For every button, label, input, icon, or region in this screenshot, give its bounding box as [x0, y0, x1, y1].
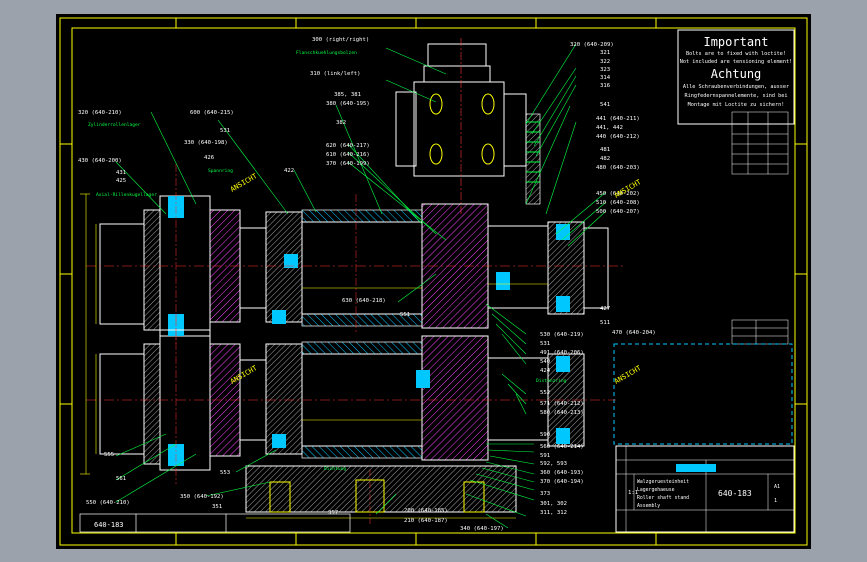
- callout-491: 491 (640-206): [540, 350, 584, 356]
- revision-table: [731, 319, 789, 345]
- callout-424: 424: [540, 368, 551, 374]
- callout-540: 540: [540, 359, 550, 365]
- callout-553: 553: [220, 470, 230, 476]
- callout-340: 340 (640-197): [460, 526, 504, 532]
- drawing-number: 640-183: [718, 489, 752, 498]
- callout-200: 200 (640-185): [404, 508, 448, 514]
- callout-311: 311, 312: [540, 510, 567, 516]
- callout-560: 560 (640-214): [540, 444, 584, 450]
- callout-480: 480 (640-203): [596, 165, 640, 171]
- note-d: Spannring: [208, 168, 233, 174]
- callout-431: 431: [116, 170, 126, 176]
- callout-320-left: 320 (640-210): [78, 110, 122, 116]
- callout-370: 370 (640-199): [326, 161, 370, 167]
- view-stamp-1: ANSICHT: [229, 172, 259, 194]
- callout-322: 322: [600, 59, 610, 65]
- upper-roll-shaft: [86, 164, 626, 344]
- callout-470: 470 (640-204): [612, 330, 656, 336]
- callout-351: 351: [212, 504, 222, 510]
- callout-422: 422: [284, 168, 294, 174]
- callout-571: 571 (640-212): [540, 401, 584, 407]
- callout-620: 620 (640-217): [326, 143, 370, 149]
- fits-table: [731, 111, 789, 175]
- callout-314: 314: [600, 75, 611, 81]
- callout-385: 385, 381: [334, 92, 361, 98]
- callout-425: 425: [116, 178, 126, 184]
- callout-321: 321: [600, 50, 610, 56]
- callout-511: 511: [600, 320, 610, 326]
- callout-531b: 531: [540, 341, 550, 347]
- note-f: Dichtung: [324, 466, 346, 472]
- callout-500: 500 (640-207): [596, 209, 640, 215]
- notice-box: Important Bolts are to fixed with loctit…: [677, 29, 795, 125]
- callout-600: 600 (640-215): [190, 110, 234, 116]
- callout-441: 441 (640-211): [596, 116, 640, 122]
- desc-line-3: Roller shaft stand: [637, 495, 689, 501]
- callout-301: 301, 302: [540, 501, 567, 507]
- callout-323: 323: [600, 67, 610, 73]
- callout-382: 382: [336, 120, 346, 126]
- achtung-title: Achtung: [711, 67, 762, 81]
- callout-530: 530 (640-219): [540, 332, 584, 338]
- callout-426: 426: [204, 155, 214, 161]
- important-line-2: Not included are tensioning element!: [680, 59, 792, 65]
- desc-line-1: Walzgeruesteinheit: [637, 479, 689, 485]
- callout-373: 373: [540, 491, 550, 497]
- callout-510: 510 (640-208): [596, 200, 640, 206]
- note-e: Distanzring: [536, 378, 567, 384]
- sheet-number: 1: [774, 498, 777, 504]
- callout-551: 551: [400, 312, 410, 318]
- callout-357: 357: [328, 510, 338, 516]
- callout-360: 360 (640-193): [540, 470, 584, 476]
- callout-561: 561: [116, 476, 126, 482]
- drawing-sheet: Important Bolts are to fixed with loctit…: [56, 14, 811, 549]
- callout-300: 300 (right/right): [312, 37, 369, 43]
- detail-boundary: [613, 343, 793, 445]
- callout-440: 440 (640-212): [596, 134, 640, 140]
- left-drawing-no: 640-183: [94, 521, 124, 529]
- callout-310: 310 (link/left): [310, 71, 361, 77]
- callout-320-right: 320 (640-209): [570, 42, 614, 48]
- base-frame: [245, 465, 517, 526]
- achtung-line-3: Montage mit Loctite zu sichern!: [688, 102, 785, 108]
- callout-610: 610 (640-216): [326, 152, 370, 158]
- callout-552: 552: [540, 390, 550, 396]
- important-title: Important: [703, 35, 768, 49]
- callout-590: 590: [540, 432, 550, 438]
- callout-430: 430 (640-200): [78, 158, 122, 164]
- callout-210: 210 (640-187): [404, 518, 448, 524]
- note-b: Zylinderrollenlager: [88, 122, 141, 128]
- callout-550: 550 (640-210): [86, 500, 130, 506]
- lower-roll-shaft: [86, 314, 616, 484]
- callout-541: 541: [600, 102, 610, 108]
- note-a: Flanschkuehlungsbolzen: [296, 50, 357, 56]
- callout-592: 592, 593: [540, 461, 567, 467]
- callout-481: 481: [600, 147, 610, 153]
- callout-630: 630 (640-218): [342, 298, 386, 304]
- callout-555: 555: [104, 452, 114, 458]
- desc-line-4: Assembly: [637, 503, 660, 509]
- achtung-line-2: Ringfedernspannelemente, sind bei: [684, 93, 787, 99]
- desc-line-2: Lagergehaeuse: [637, 487, 675, 493]
- motor-assembly: [395, 38, 541, 214]
- callout-427: 427: [600, 306, 610, 312]
- callout-591: 591: [540, 453, 550, 459]
- achtung-line-1: Alle Schraubenverbindungen, ausser: [683, 84, 789, 90]
- left-title-strip: 640-183: [79, 513, 351, 533]
- callout-350: 350 (640-192): [180, 494, 224, 500]
- note-c: Axial-Rillenkugellager: [96, 192, 157, 198]
- sheet-format: A1: [774, 484, 780, 490]
- view-stamp-4: ANSICHT: [613, 364, 643, 386]
- callout-580: 580 (640-213): [540, 410, 584, 416]
- title-block: 1:1 Walzgeruesteinheit Lagergehaeuse Rol…: [615, 445, 795, 533]
- callout-380: 380 (640-195): [326, 101, 370, 107]
- callout-531: 531: [220, 128, 230, 134]
- callout-482: 482: [600, 156, 610, 162]
- important-line-1: Bolts are to fixed with loctite!: [686, 51, 786, 57]
- callout-442: 441, 442: [596, 125, 623, 131]
- callout-316: 316: [600, 83, 610, 89]
- callout-370b: 370 (640-194): [540, 479, 584, 485]
- cad-drawing: Important Bolts are to fixed with loctit…: [59, 17, 808, 546]
- callout-330: 330 (640-198): [184, 140, 228, 146]
